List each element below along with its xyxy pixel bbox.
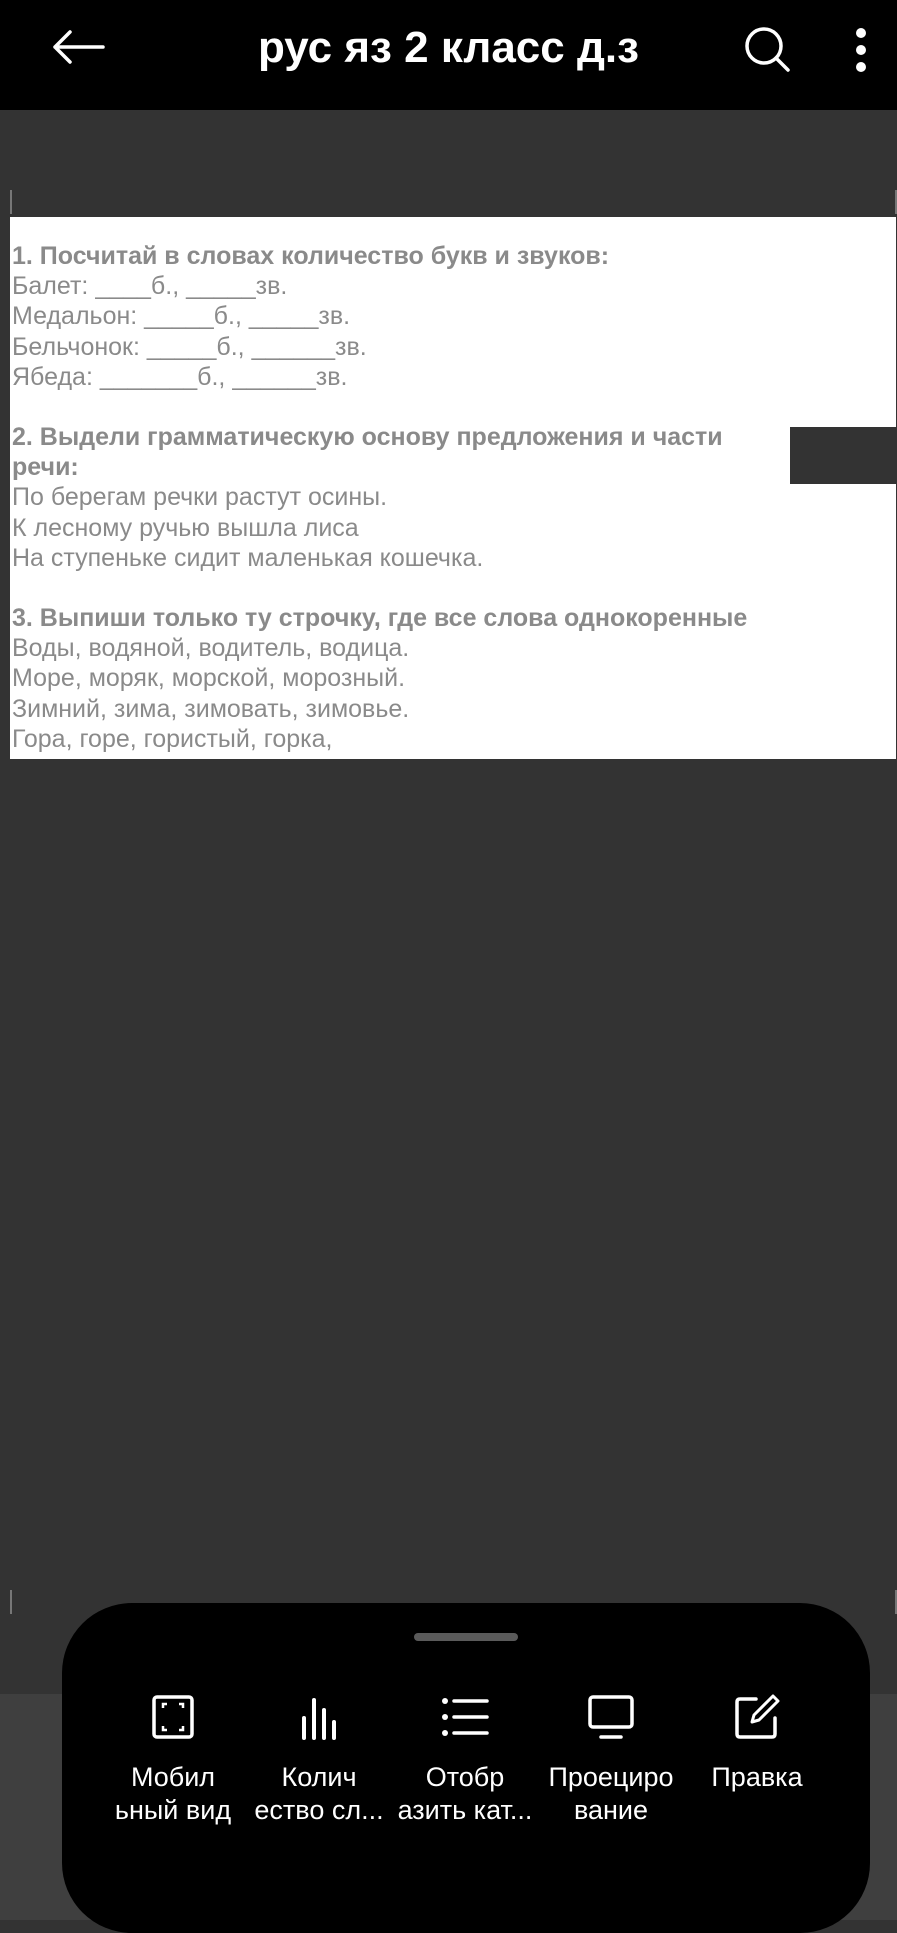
task-line: На ступеньке сидит маленькая кошечка.: [12, 543, 484, 572]
search-button[interactable]: [740, 22, 794, 76]
task-line: Зимний, зима, зимовать, зимовье.: [12, 694, 410, 723]
edit-icon: [735, 1694, 780, 1739]
edit-button[interactable]: Правка: [684, 1693, 830, 1794]
page-corner-mark: [10, 190, 22, 214]
task-line: По берегам речки растут осины.: [12, 483, 388, 512]
action-label: Правка: [711, 1762, 803, 1792]
more-vertical-icon: [856, 28, 866, 72]
task-line: Бельчонок: _____б., ______зв.: [12, 332, 367, 361]
word-count-button[interactable]: Колич ество сл...: [246, 1693, 392, 1827]
task-line: К лесному ручью вышла лиса: [12, 513, 359, 542]
document-body: 1. Посчитай в словах количество букв и з…: [12, 241, 812, 754]
monitor-icon: [588, 1695, 634, 1739]
task-line: Балет: ____б., _____зв.: [12, 272, 288, 301]
list-icon: [442, 1698, 489, 1736]
document-title: рус яз 2 класс д.з: [257, 23, 639, 72]
bottom-sheet: Мобил ьный вид Колич ество сл... Отобр а…: [62, 1603, 870, 1933]
action-label: Колич ество сл...: [254, 1762, 384, 1825]
action-row: Мобил ьный вид Колич ество сл... Отобр а…: [100, 1693, 832, 1843]
action-label: Мобил ьный вид: [114, 1762, 232, 1825]
mobile-view-button[interactable]: Мобил ьный вид: [100, 1693, 246, 1827]
projection-button[interactable]: Проециро вание: [538, 1693, 684, 1827]
task-line: Воды, водяной, водитель, водица.: [12, 634, 410, 663]
task-heading: 1. Посчитай в словах количество букв и з…: [12, 242, 610, 270]
page-overlay-block: [790, 427, 897, 484]
page-corner-mark: [885, 190, 897, 214]
show-catalog-button[interactable]: Отобр азить кат...: [392, 1693, 538, 1827]
fullscreen-frame-icon: [152, 1695, 194, 1739]
task-line: Гора, горе, гористый, горка,: [12, 724, 333, 753]
task-heading: 3. Выпиши только ту строчку, где все сло…: [12, 604, 748, 633]
action-label: Отобр азить кат...: [397, 1762, 533, 1825]
bar-chart-icon: [302, 1698, 336, 1740]
page-corner-mark: [10, 1590, 22, 1614]
task-line: Море, моряк, морской, морозный.: [12, 664, 406, 693]
page-corner-mark: [885, 1590, 897, 1614]
search-icon: [745, 27, 790, 72]
top-app-bar: рус яз 2 класс д.з: [0, 0, 897, 110]
task-heading: 2. Выдели грамматическую основу предложе…: [12, 423, 723, 482]
sheet-drag-handle[interactable]: [414, 1633, 518, 1641]
arrow-left-icon: [53, 30, 105, 64]
back-button[interactable]: [48, 25, 110, 69]
task-line: Ябеда: _______б., ______зв.: [12, 362, 348, 391]
more-options-button[interactable]: [845, 20, 877, 80]
action-label: Проециро вание: [548, 1762, 674, 1825]
task-line: Медальон: _____б., _____зв.: [12, 302, 351, 331]
document-page[interactable]: 1. Посчитай в словах количество букв и з…: [10, 217, 896, 759]
